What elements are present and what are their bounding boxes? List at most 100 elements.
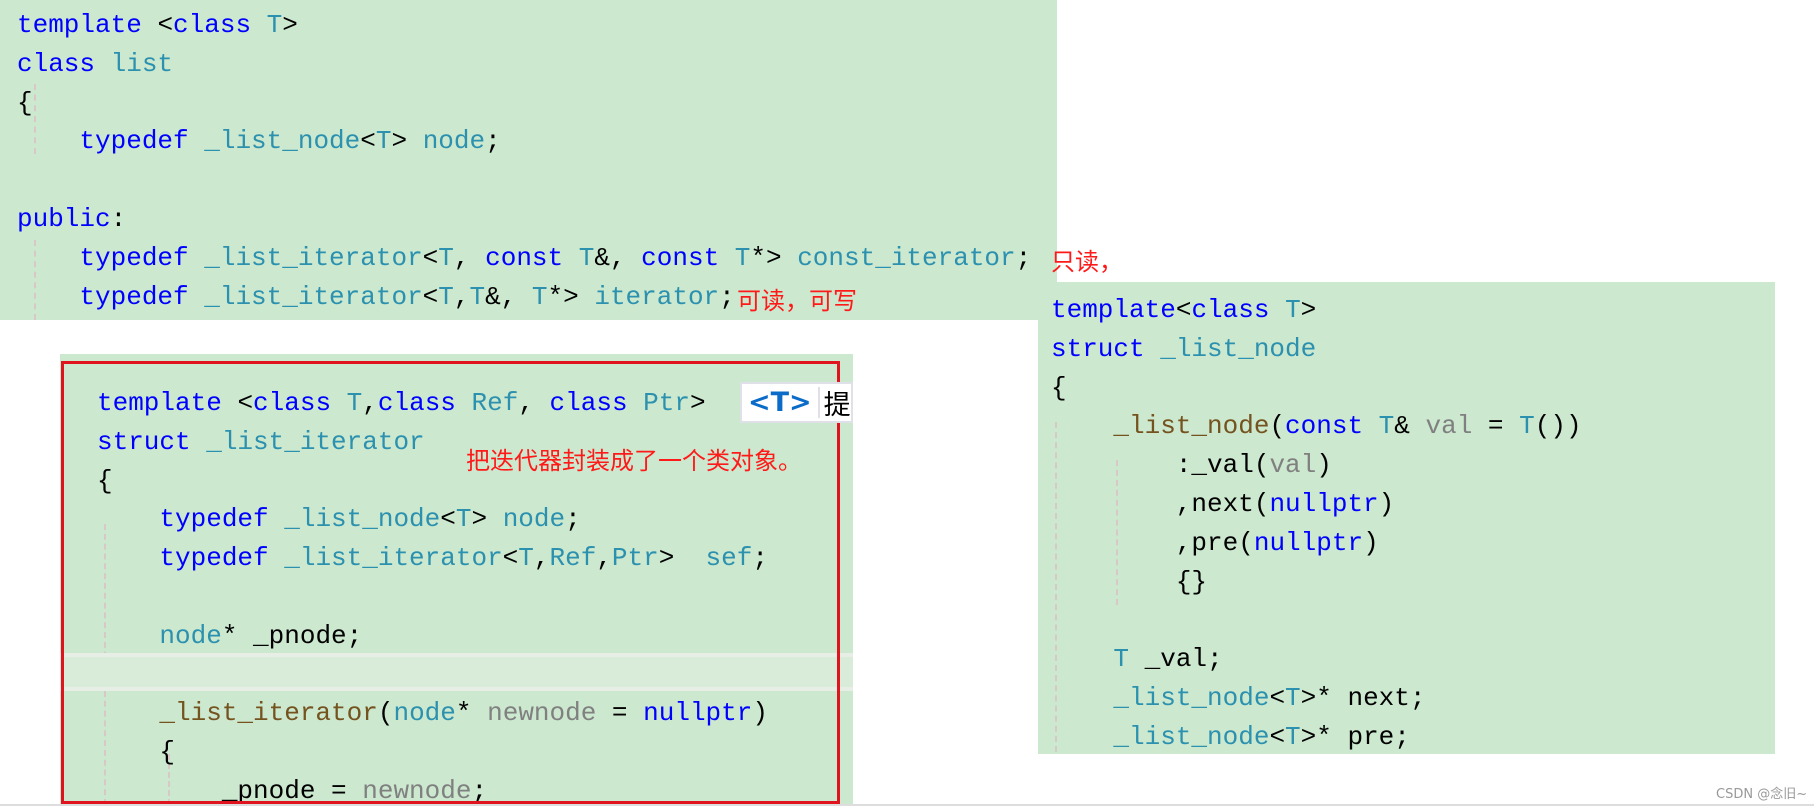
- code-token: *>: [750, 242, 798, 273]
- code-token: list: [110, 48, 174, 79]
- code-token: <: [360, 126, 376, 157]
- code-token: T: [578, 242, 595, 273]
- code-token: (: [1269, 411, 1286, 442]
- code-token: T: [1285, 721, 1301, 752]
- code-token: template: [1051, 295, 1176, 325]
- code-token: ): [1378, 488, 1395, 519]
- code-token: const: [641, 242, 735, 273]
- iterator-note: 把迭代器封装成了一个类对象。: [466, 447, 802, 475]
- code-token: node: [422, 126, 486, 157]
- code-token: T: [438, 281, 454, 312]
- code-token: >: [282, 10, 298, 40]
- code-token: _list_node: [1160, 333, 1317, 364]
- code-token: <: [422, 281, 439, 312]
- code-block: template <class T> class list{ typedef _l…: [17, 6, 1031, 316]
- code-token: >: [1300, 721, 1317, 752]
- code-token: typedef: [17, 126, 205, 157]
- code-token: {: [1051, 372, 1067, 403]
- watermark: CSDN @念旧~: [1716, 787, 1808, 802]
- code-line: T _val;: [1051, 640, 1582, 679]
- code-token: &,: [594, 242, 642, 273]
- code-token: ,next(: [1051, 488, 1270, 519]
- code-line: typedef _list_iterator<T,T&, T*> iterato…: [17, 278, 1031, 317]
- code-token: ): [1316, 450, 1332, 481]
- code-token: T: [1519, 411, 1535, 442]
- code-token: _list_iterator: [204, 281, 423, 312]
- code-token: struct: [1051, 333, 1161, 364]
- code-token: _list_node: [1051, 411, 1270, 442]
- code-line: :_val(val): [1051, 446, 1582, 485]
- code-token: T: [1378, 411, 1395, 442]
- code-token: const: [485, 242, 579, 273]
- code-token: *>: [547, 281, 595, 312]
- code-token: T: [531, 281, 548, 312]
- code-line: ,next(nullptr): [1051, 485, 1582, 524]
- code-token: T: [469, 281, 486, 312]
- code-token: class: [17, 48, 111, 79]
- code-token: T: [1285, 295, 1301, 325]
- code-token: _list_iterator: [204, 242, 423, 273]
- code-line: public:: [17, 200, 1031, 239]
- tooltip-text: 提供: [823, 390, 851, 421]
- code-token: _val;: [1129, 644, 1223, 675]
- code-token: val: [1425, 411, 1473, 442]
- code-token: <: [1175, 295, 1192, 325]
- code-token: :_val(: [1051, 450, 1270, 481]
- code-token: T: [375, 126, 392, 157]
- code-token: =: [1472, 411, 1520, 442]
- code-token: const: [1285, 411, 1379, 442]
- code-line: {}: [1051, 563, 1582, 602]
- code-token: <: [1269, 682, 1286, 713]
- code-line: class list: [17, 45, 1031, 84]
- code-line: {: [17, 84, 1031, 123]
- code-token: ;: [1015, 242, 1032, 273]
- list-class-code-panel: template <class T> class list{ typedef _l…: [0, 0, 1057, 320]
- code-token: >: [1300, 295, 1317, 325]
- code-token: template: [17, 10, 158, 40]
- code-token: _list_node: [1051, 682, 1270, 713]
- code-token: <: [1269, 721, 1286, 752]
- code-block: template<class T> struct _list_node{ _lis…: [1051, 291, 1582, 754]
- read-only-note: 只读，: [1051, 248, 1123, 276]
- code-token: &,: [485, 281, 532, 312]
- highlight-box: [61, 361, 840, 804]
- tooltip-tag: <T>: [742, 387, 820, 418]
- code-token: _list_node: [1051, 721, 1270, 752]
- code-token: ()): [1534, 411, 1582, 442]
- read-write-note: 可读，可写: [737, 287, 857, 315]
- code-token: _list_node: [204, 126, 361, 157]
- code-line: typedef _list_node<T> node;: [17, 122, 1031, 161]
- code-token: typedef: [17, 242, 205, 273]
- code-token: T: [1285, 682, 1301, 713]
- code-token: nullptr: [1253, 527, 1364, 558]
- code-token: T: [438, 242, 454, 273]
- code-token: * next;: [1316, 682, 1426, 713]
- code-line: template <class T>: [17, 6, 1031, 45]
- code-token: * pre;: [1316, 721, 1410, 752]
- code-token: <: [157, 10, 174, 40]
- code-line: _list_node(const T& val = T()): [1051, 407, 1582, 446]
- code-line: _list_node<T>* pre;: [1051, 718, 1582, 754]
- type-tooltip: <T> 提供: [740, 382, 853, 423]
- code-token: ;: [485, 126, 501, 157]
- code-line: typedef _list_iterator<T, const T&, cons…: [17, 239, 1031, 278]
- code-token: nullptr: [1269, 488, 1379, 519]
- code-token: typedef: [17, 281, 205, 312]
- code-token: &: [1394, 411, 1426, 442]
- code-token: >: [391, 126, 423, 157]
- code-token: const_iterator: [797, 242, 1016, 273]
- code-line: template<class T>: [1051, 291, 1582, 330]
- node-struct-code-panel: template<class T> struct _list_node{ _lis…: [1038, 282, 1775, 754]
- code-token: :: [110, 203, 127, 234]
- divider: [0, 804, 1814, 806]
- code-token: ,pre(: [1051, 527, 1254, 558]
- code-token: class: [173, 10, 267, 40]
- code-token: {: [17, 87, 33, 118]
- code-line: _list_node<T>* next;: [1051, 679, 1582, 718]
- code-token: >: [1300, 682, 1317, 713]
- code-token: ,: [453, 242, 486, 273]
- code-token: class: [1191, 295, 1286, 325]
- code-line: struct _list_node: [1051, 330, 1582, 369]
- code-token: ): [1363, 527, 1379, 558]
